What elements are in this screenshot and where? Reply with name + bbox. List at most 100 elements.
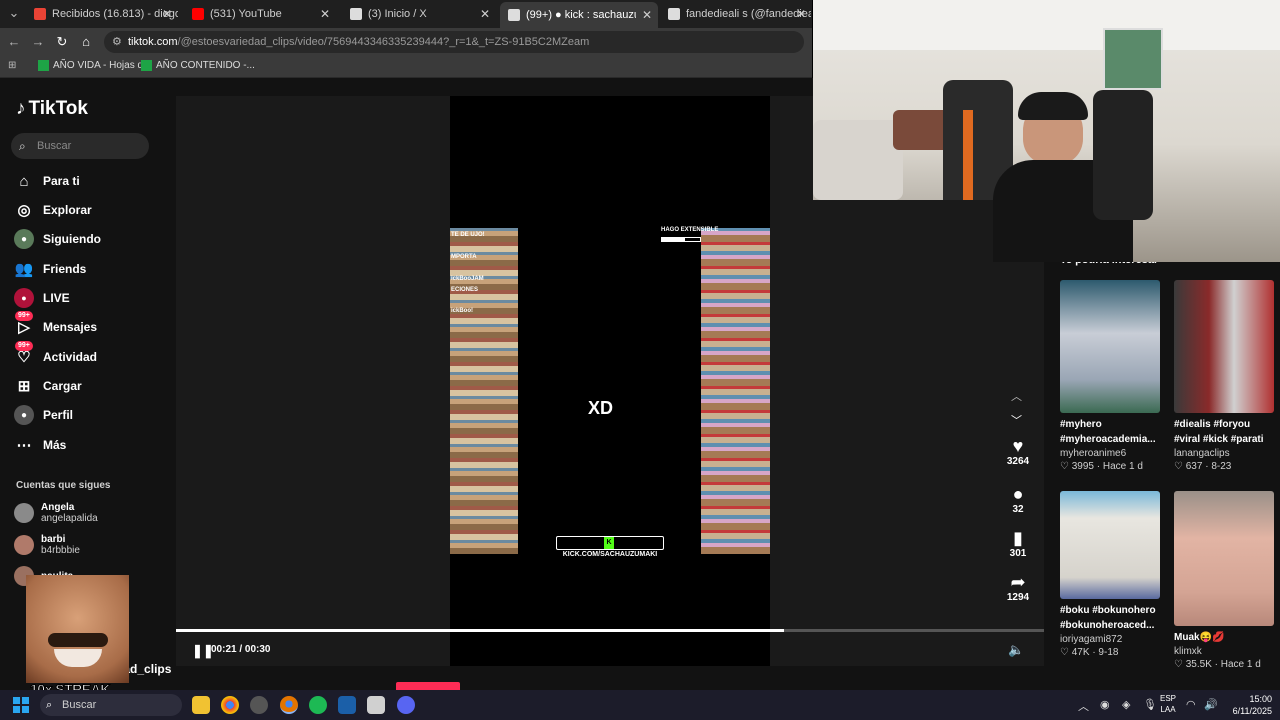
bookmark-ano-vida[interactable]: AÑO VIDA - Hojas d... [38, 60, 151, 71]
nav-explorar[interactable]: ◎ Explorar [14, 199, 91, 221]
bookmark-count: 301 [1009, 548, 1027, 559]
url-input[interactable]: ⚙ tiktok.com/@estoesvariedad_clips/video… [104, 31, 804, 53]
chevron-down-icon[interactable]: ﹀ [1011, 412, 1022, 428]
notepad-icon[interactable] [367, 696, 385, 714]
suggestion-card[interactable]: #diealis #foryou #viral #kick #parati la… [1174, 280, 1274, 474]
suggestion-user[interactable]: klimxk [1174, 645, 1274, 658]
emote-mustache [48, 633, 108, 647]
close-icon[interactable]: ✕ [480, 7, 490, 21]
video-progress-bar[interactable] [176, 629, 1044, 632]
reload-icon[interactable]: ↻ [54, 34, 70, 50]
tab-label: (531) YouTube [210, 8, 282, 20]
tiktok-logo[interactable]: ♪ TikTok [16, 98, 88, 120]
following-account[interactable]: barbi b4rbbbie [14, 534, 80, 556]
chevron-up-icon[interactable]: ︿ [1011, 388, 1022, 404]
close-icon[interactable]: ✕ [320, 7, 330, 21]
tab-gmail[interactable]: Recibidos (16.813) - diegooalia ✕ [26, 3, 178, 25]
nav-mensajes[interactable]: ▷ 99+ Mensajes [14, 311, 98, 338]
clock-date: 6/11/2025 [1232, 706, 1272, 716]
steam-icon[interactable] [338, 696, 356, 714]
search-icon: ⌕ [19, 139, 26, 153]
apps-grid-icon[interactable]: ⊞ [8, 60, 16, 71]
webcam-chair-back [1093, 90, 1153, 220]
volume-icon[interactable]: 🔈 [1008, 642, 1024, 658]
nav-live[interactable]: ● LIVE [14, 287, 70, 309]
sheets-icon [38, 60, 49, 71]
messages-icon: ▷ 99+ [14, 311, 34, 337]
nav-perfil[interactable]: ● Perfil [14, 404, 73, 426]
suggestion-thumbnail[interactable] [1060, 491, 1160, 599]
share-count: 1294 [1006, 592, 1030, 603]
file-explorer-icon[interactable] [192, 696, 210, 714]
webcam-hair [1018, 92, 1088, 120]
activity-icon: ♡ 99+ [14, 341, 34, 367]
taskbar-search[interactable]: ⌕ Buscar [40, 694, 182, 716]
suggestion-thumbnail[interactable] [1174, 491, 1274, 626]
overlay-text: ickBooJAM [451, 276, 484, 282]
nav-label: Cargar [43, 379, 82, 393]
search-input[interactable]: ⌕ Buscar [11, 133, 149, 159]
site-info-icon[interactable]: ⚙ [112, 31, 122, 53]
compass-icon: ◎ [17, 202, 31, 219]
x-logo-icon [350, 8, 362, 20]
tab-kick[interactable]: (99+) ● kick : sachauzumak ✕ [500, 2, 658, 28]
chrome-icon[interactable] [221, 696, 239, 714]
overlay-text: TE DE UJO! [451, 232, 485, 238]
nav-para-ti[interactable]: ⌂ Para ti [14, 170, 79, 192]
tab-fandedieali[interactable]: fandedieali s (@fandedieali s) | T ✕ [660, 3, 812, 25]
tray-chevron-up-icon[interactable]: ︿ [1078, 698, 1089, 714]
obs-icon[interactable] [250, 696, 268, 714]
tab-youtube[interactable]: (531) YouTube ✕ [184, 3, 336, 25]
kick-watermark: K KICK.COM/SACHAUZUMAKI [556, 536, 664, 558]
nav-friends[interactable]: 👥 Friends [14, 258, 87, 280]
windows-start-icon[interactable] [13, 697, 29, 713]
suggestion-thumbnail[interactable] [1060, 280, 1160, 413]
home-icon[interactable]: ⌂ [78, 34, 94, 50]
following-account[interactable]: Angela angelapalida [14, 502, 98, 524]
spotify-icon[interactable] [309, 696, 327, 714]
overlay-text: HAGO EXTENSIBLE [661, 227, 719, 233]
chrome-profile-icon[interactable] [280, 696, 298, 714]
suggestion-desc: #bokunoheroaced... [1060, 620, 1155, 631]
language-indicator[interactable]: ESP LAA [1160, 693, 1176, 715]
suggestion-card[interactable]: Muak😝💋 klimxk ♡ 35.5K · Hace 1 d [1174, 491, 1274, 672]
tray-app-icon[interactable]: ◉ [1100, 698, 1110, 711]
close-icon[interactable]: ✕ [162, 7, 172, 21]
bookmark-button[interactable]: ▮ 301 [1005, 528, 1031, 559]
like-button[interactable]: ♥ 3264 [1005, 436, 1031, 467]
tab-search-icon[interactable]: ⌄ [6, 5, 22, 21]
back-icon[interactable]: ← [6, 34, 22, 50]
logo-text: TikTok [28, 98, 88, 119]
like-count: 3264 [1006, 456, 1030, 467]
tiktok-note-icon: ♪ [16, 98, 26, 119]
video-frame[interactable]: TE DE UJO! MPORTA ickBooJAM ECIONES ickB… [450, 96, 770, 666]
nav-label: Mensajes [43, 320, 98, 334]
discord-icon[interactable] [397, 696, 415, 714]
nav-actividad[interactable]: ♡ 99+ Actividad [14, 341, 97, 368]
suggestion-thumbnail[interactable] [1174, 280, 1274, 413]
suggestion-desc: #myheroacademia... [1060, 434, 1156, 445]
taskbar-clock[interactable]: 15:00 6/11/2025 [1222, 693, 1272, 717]
share-button[interactable]: ➦ 1294 [1005, 572, 1031, 603]
tab-x[interactable]: (3) Inicio / X ✕ [342, 3, 496, 25]
suggestion-user[interactable]: ioriyagami872 [1060, 633, 1160, 646]
comment-button[interactable]: ● 32 [1005, 484, 1031, 515]
microphone-icon[interactable]: 🎙 [1143, 698, 1157, 711]
tray-shield-icon[interactable]: ◈ [1122, 698, 1130, 711]
bookmark-ano-contenido[interactable]: AÑO CONTENIDO -... [141, 60, 255, 71]
suggestion-user[interactable]: lanangaclips [1174, 447, 1274, 460]
account-username: b4rbbbie [41, 545, 80, 556]
bookmark-label: AÑO CONTENIDO -... [156, 60, 255, 71]
nav-siguiendo[interactable]: ● Siguiendo [14, 228, 101, 250]
nav-mas[interactable]: ⋯ Más [14, 434, 67, 456]
forward-icon[interactable]: → [30, 34, 46, 50]
close-icon[interactable]: ✕ [642, 8, 652, 22]
nav-cargar[interactable]: ⊞ Cargar [14, 375, 82, 397]
bookmark-icon: ▮ [1013, 528, 1023, 548]
suggestion-card[interactable]: #boku #bokunohero #bokunoheroaced... ior… [1060, 491, 1160, 660]
suggestion-user[interactable]: myheroanime6 [1060, 447, 1160, 460]
suggestion-card[interactable]: #myhero #myheroacademia... myheroanime6 … [1060, 280, 1160, 474]
speaker-icon[interactable]: 🔊 [1204, 698, 1218, 711]
close-icon[interactable]: ✕ [796, 7, 806, 21]
wifi-icon[interactable]: ◠ [1186, 698, 1196, 711]
